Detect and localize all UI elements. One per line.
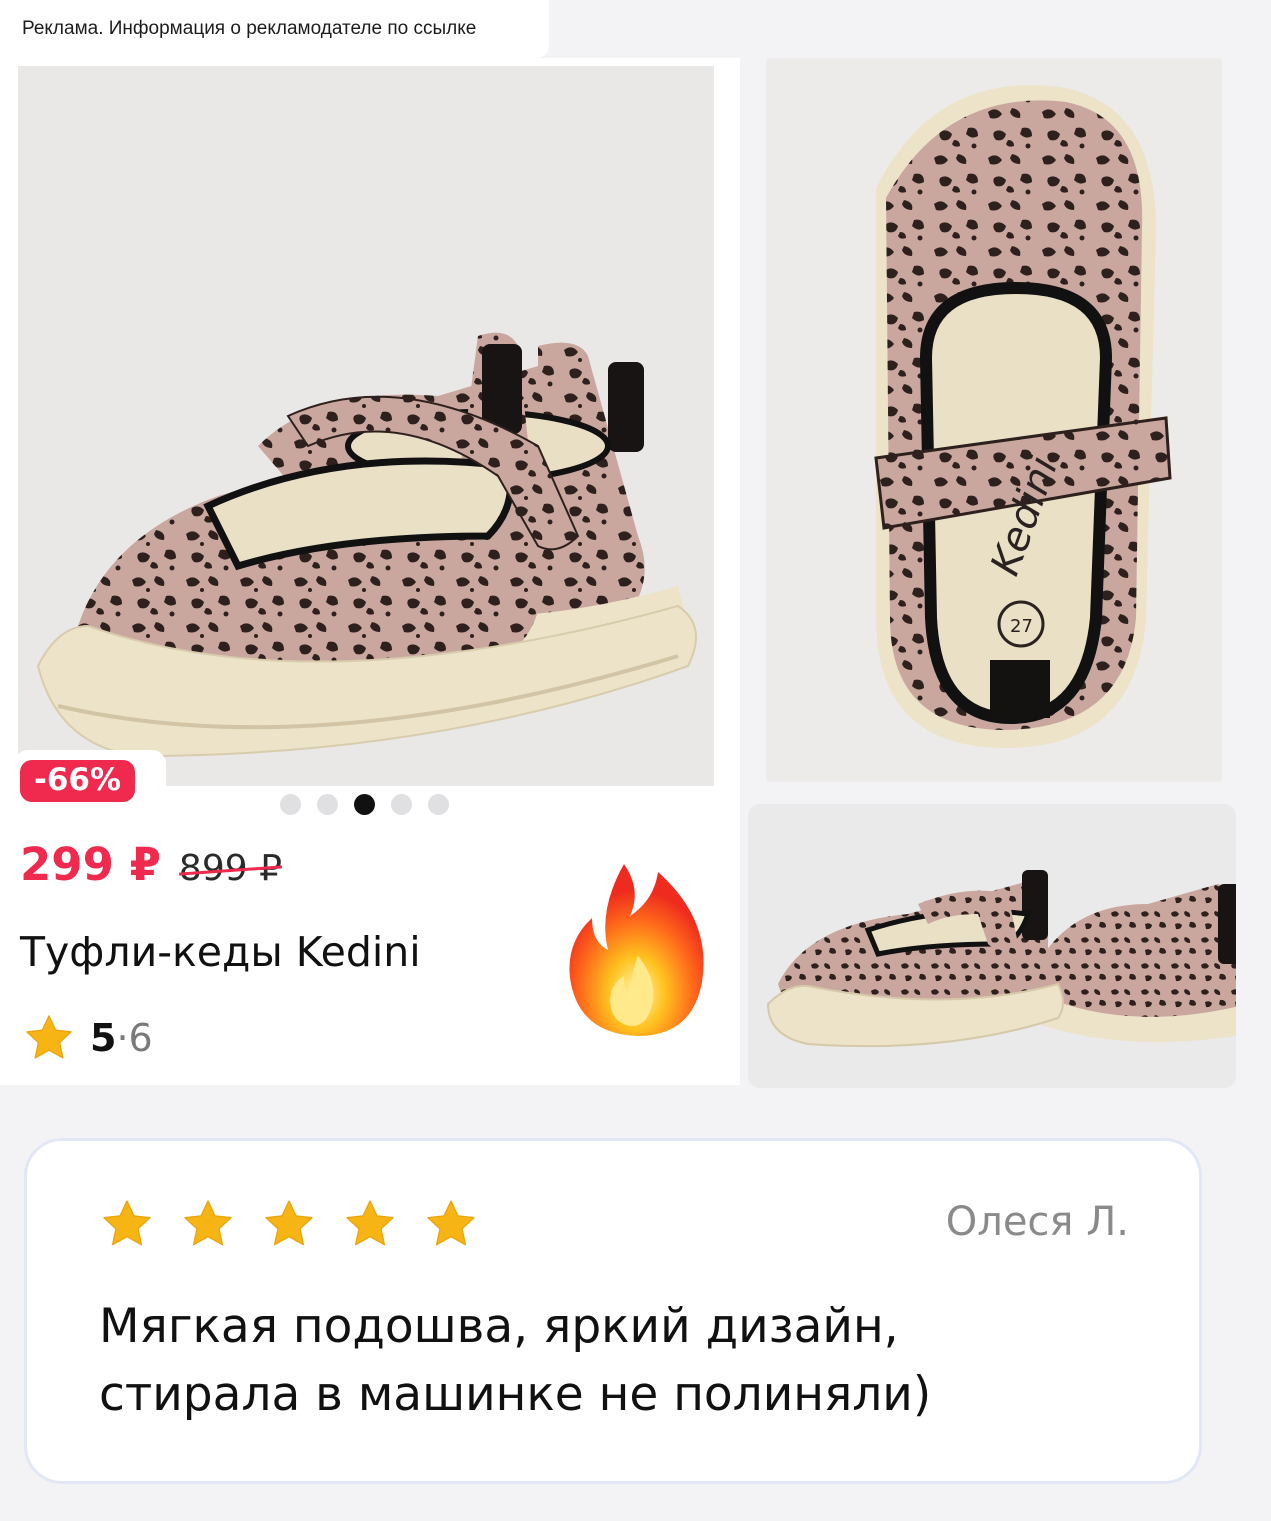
- price-current: 299 ₽: [20, 838, 161, 891]
- discount-label: -66%: [20, 760, 136, 802]
- star-icon: [427, 1200, 475, 1246]
- price-row: 299 ₽ 899 ₽: [20, 838, 282, 891]
- star-icon: [184, 1200, 232, 1246]
- carousel-dot[interactable]: [317, 794, 338, 815]
- discount-badge: -66%: [14, 750, 166, 820]
- shoe-pair-illustration: [36, 332, 697, 758]
- star-icon: [265, 1200, 313, 1246]
- review-text-line: стирала в машинке не полиняли): [99, 1367, 932, 1422]
- product-title[interactable]: Туфли-кеды Kedini: [20, 928, 421, 976]
- photo-carousel-dots[interactable]: [280, 794, 449, 815]
- ad-disclaimer[interactable]: Реклама. Информация о рекламодателе по с…: [0, 0, 549, 58]
- star-icon: [346, 1200, 394, 1246]
- product-photo-top-view[interactable]: Kedini 27: [766, 58, 1222, 782]
- review-text-line: Мягкая подошва, яркий дизайн,: [99, 1299, 899, 1354]
- carousel-dot[interactable]: [280, 794, 301, 815]
- shoe-pair-small-illustration: [766, 870, 1236, 1048]
- rating-count: ·6: [116, 1016, 153, 1060]
- shoe-top-view-illustration: Kedini 27: [874, 85, 1172, 749]
- carousel-dot[interactable]: [391, 794, 412, 815]
- fire-icon: [569, 864, 704, 1036]
- review-author: Олеся Л.: [945, 1199, 1129, 1245]
- rating-value: 5: [90, 1016, 117, 1060]
- product-photo-pair[interactable]: [748, 804, 1236, 1088]
- review-card[interactable]: Олеся Л. Мягкая подошва, яркий дизайн, с…: [24, 1138, 1202, 1484]
- product-rating[interactable]: 5·6: [22, 1012, 153, 1064]
- star-icon: [26, 1015, 72, 1059]
- review-text: Мягкая подошва, яркий дизайн, стирала в …: [99, 1293, 1149, 1429]
- product-photo-main[interactable]: [18, 66, 714, 786]
- star-icon: [103, 1200, 151, 1246]
- price-old: 899 ₽: [178, 848, 282, 889]
- carousel-dot[interactable]: [428, 794, 449, 815]
- review-stars: [99, 1197, 479, 1251]
- insole-size-text: 27: [1010, 616, 1033, 637]
- carousel-dot-active[interactable]: [354, 794, 375, 815]
